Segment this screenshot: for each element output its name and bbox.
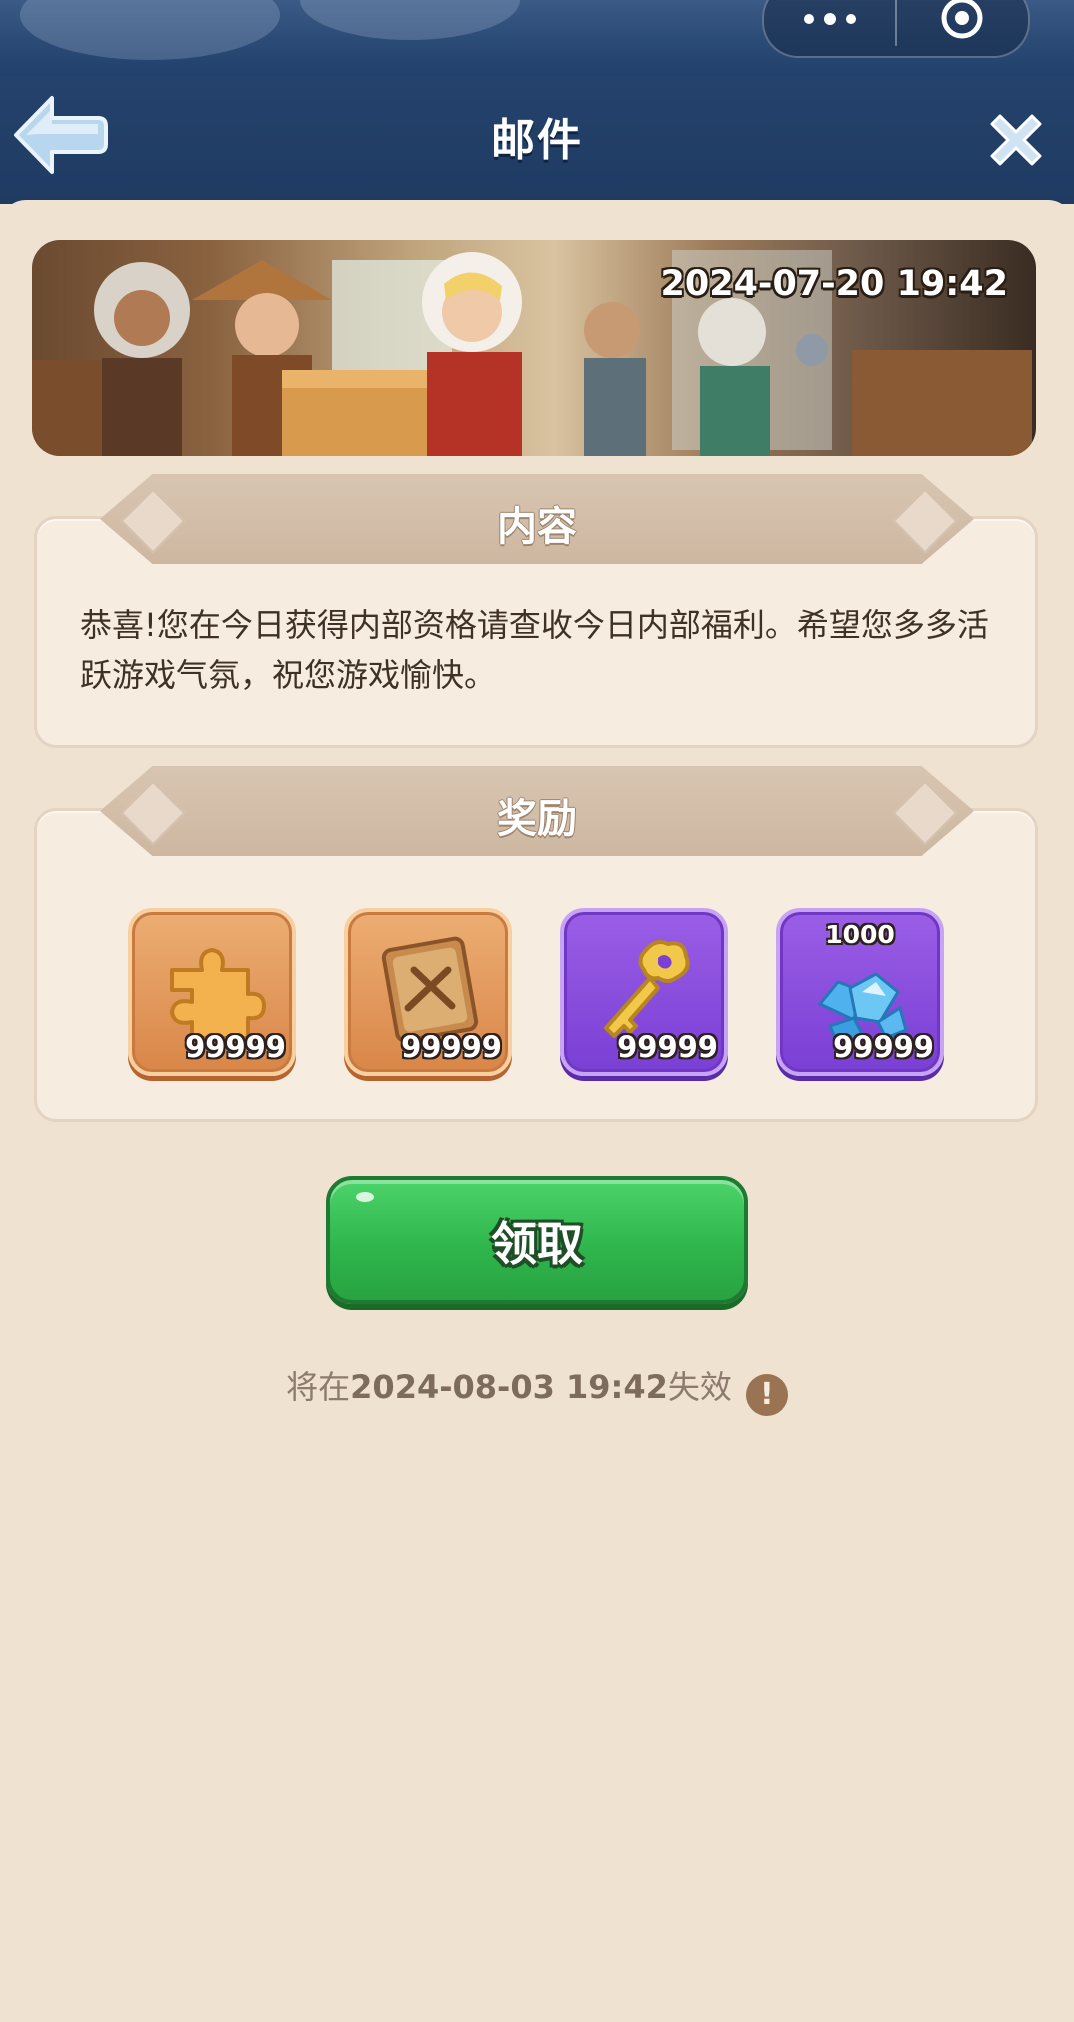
mail-message-text: 恭喜!您在今日获得内部资格请查收今日内部福利。希望您多多活跃游戏气氛，祝您游戏愉… (80, 606, 989, 694)
mail-date: 2024-07-20 19:42 (660, 264, 1008, 304)
claim-button[interactable]: 领取 (326, 1176, 748, 1304)
snow-decoration (300, 0, 520, 40)
content-section-header: 内容 (100, 474, 974, 564)
reward-count: 99999 (185, 1030, 286, 1064)
reward-count: 99999 (617, 1030, 718, 1064)
expiry-suffix: 失效 (667, 1368, 732, 1406)
exclamation-info-icon[interactable]: ! (745, 1374, 788, 1416)
more-dots-icon[interactable] (804, 8, 858, 28)
title-bar: 邮件 (0, 76, 1074, 204)
reward-item-book[interactable]: 99999 (344, 908, 512, 1076)
expiry-notice: 将在2024-08-03 19:42失效! (0, 1362, 1074, 1416)
expiry-date: 2024-08-03 19:42 (350, 1368, 668, 1406)
reward-item-puzzle[interactable]: 99999 (128, 908, 296, 1076)
reward-item-key[interactable]: 99999 (560, 908, 728, 1076)
claim-button-label: 领取 (491, 1217, 583, 1271)
content-section-title: 内容 (497, 504, 577, 550)
rewards-section-header: 奖励 (100, 766, 974, 856)
rewards-section-title: 奖励 (497, 796, 577, 842)
reward-count: 99999 (401, 1030, 502, 1064)
mini-program-capsule (762, 0, 1030, 58)
top-background-strip (0, 0, 1074, 76)
snow-decoration (20, 0, 280, 60)
mail-banner-image: 2024-07-20 19:42 (32, 240, 1036, 456)
page-title: 邮件 (491, 115, 583, 166)
capsule-divider (895, 0, 897, 46)
expiry-prefix: 将在 (286, 1368, 351, 1406)
close-icon[interactable] (982, 106, 1050, 174)
reward-count: 99999 (833, 1030, 934, 1064)
button-shine (356, 1192, 374, 1202)
target-circle-icon[interactable] (940, 0, 984, 40)
reward-item-gems[interactable]: 1000 99999 (776, 908, 944, 1076)
